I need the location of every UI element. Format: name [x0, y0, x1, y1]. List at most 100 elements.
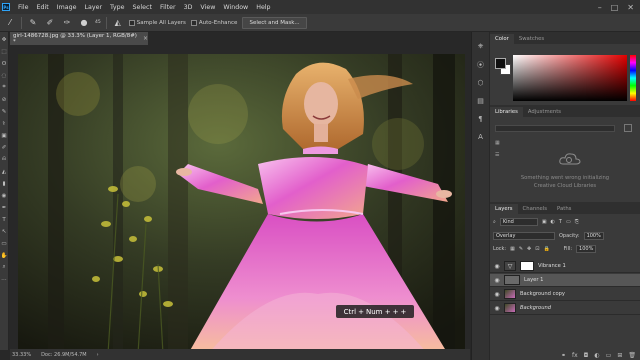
add-selection-brush-icon[interactable]: ✐	[44, 17, 56, 29]
hand-tool-icon[interactable]: ✋	[1, 252, 8, 259]
visibility-eye-icon[interactable]: ◉	[490, 305, 504, 312]
menu-help[interactable]: Help	[252, 4, 274, 11]
lock-artboard-icon[interactable]: ⊡	[535, 246, 539, 252]
foreground-color-swatch[interactable]	[495, 58, 506, 69]
brush-size-value[interactable]: 45	[95, 20, 101, 25]
document-tab[interactable]: girl-1486728.jpg @ 33.3% (Layer 1, RGB/8…	[10, 32, 148, 45]
marquee-tool-icon[interactable]: ⬚	[1, 48, 8, 55]
sample-all-layers-checkbox[interactable]: Sample All Layers	[128, 19, 186, 26]
fx-icon[interactable]: fx	[572, 352, 578, 359]
new-layer-icon[interactable]: ⊞	[617, 352, 622, 359]
zoom-level[interactable]: 33.33%	[12, 352, 31, 358]
new-adjustment-layer-icon[interactable]: ◐	[594, 352, 599, 359]
visibility-eye-icon[interactable]: ◉	[490, 291, 504, 298]
healing-brush-tool-icon[interactable]: ✎	[1, 108, 8, 115]
tab-adjustments[interactable]: Adjustments	[523, 107, 566, 117]
pixel-filter-icon[interactable]: ▣	[542, 219, 547, 225]
hue-slider[interactable]	[630, 55, 636, 101]
minimize-icon[interactable]: –	[598, 3, 602, 12]
crop-tool-icon[interactable]: ⌗	[1, 84, 8, 91]
history-brush-tool-icon[interactable]: ✐	[1, 144, 8, 151]
opacity-input[interactable]: 100%	[583, 232, 604, 240]
tab-libraries[interactable]: Libraries	[490, 107, 523, 117]
layer-row-background-copy[interactable]: ◉ Background copy	[490, 288, 640, 301]
adjustment-filter-icon[interactable]: ◐	[551, 219, 555, 225]
type-tool-icon[interactable]: T	[1, 216, 8, 223]
close-icon[interactable]: ✕	[627, 3, 634, 12]
pen-tool-icon[interactable]: ✒	[1, 204, 8, 211]
tab-paths[interactable]: Paths	[552, 204, 576, 214]
visibility-eye-icon[interactable]: ◉	[490, 277, 504, 284]
character-icon[interactable]: A	[476, 132, 485, 141]
rectangle-tool-icon[interactable]: ▭	[1, 240, 8, 247]
auto-enhance-checkbox[interactable]: Auto-Enhance	[190, 19, 237, 26]
menu-type[interactable]: Type	[106, 4, 128, 11]
dodge-tool-icon[interactable]: ◉	[1, 192, 8, 199]
menu-filter[interactable]: Filter	[156, 4, 180, 11]
trash-icon[interactable]: 🗑	[628, 352, 636, 359]
lock-transparent-icon[interactable]: ▦	[510, 246, 515, 252]
layer-mask-thumbnail[interactable]	[520, 261, 534, 271]
menu-file[interactable]: File	[14, 4, 33, 11]
menu-image[interactable]: Image	[53, 4, 81, 11]
select-and-mask-button[interactable]: Select and Mask...	[242, 16, 307, 29]
eyedropper-tool-icon[interactable]: ⊘	[1, 96, 8, 103]
layer-name[interactable]: Background	[520, 305, 551, 311]
layer-thumbnail[interactable]	[504, 275, 520, 285]
layer-name[interactable]: Vibrance 1	[538, 263, 566, 269]
menu-view[interactable]: View	[196, 4, 219, 11]
quick-selection-tool-icon[interactable]: ◌	[1, 72, 8, 79]
properties-icon[interactable]: ⦿	[476, 60, 485, 69]
move-tool-icon[interactable]: ✥	[1, 36, 8, 43]
layer-row-layer-1[interactable]: ◉ Layer 1	[490, 274, 640, 287]
brush-preset-icon[interactable]: ●	[78, 17, 90, 29]
list-view-icon[interactable]: ☰	[495, 152, 500, 158]
maximize-icon[interactable]: □	[611, 3, 619, 12]
tab-channels[interactable]: Channels	[518, 204, 553, 214]
layer-name[interactable]: Layer 1	[524, 277, 543, 283]
checkbox-box[interactable]	[128, 19, 135, 26]
menu-window[interactable]: Window	[219, 4, 252, 11]
close-tab-icon[interactable]: ×	[143, 35, 148, 42]
library-view-toggle[interactable]	[624, 124, 632, 132]
checkbox-box[interactable]	[190, 19, 197, 26]
actions-icon[interactable]: ▤	[476, 96, 485, 105]
visibility-eye-icon[interactable]: ◉	[490, 263, 504, 270]
lock-pixels-icon[interactable]: ✎	[519, 246, 523, 252]
layer-thumbnail[interactable]	[504, 303, 516, 313]
lock-all-icon[interactable]: 🔒	[543, 246, 549, 252]
shape-filter-icon[interactable]: ▭	[566, 219, 571, 225]
tab-color[interactable]: Color	[490, 34, 514, 44]
layer-thumbnail[interactable]	[504, 289, 516, 299]
zoom-tool-icon[interactable]: ⌕	[1, 264, 8, 271]
tab-layers[interactable]: Layers	[490, 204, 518, 214]
menu-edit[interactable]: Edit	[33, 4, 53, 11]
new-selection-brush-icon[interactable]: ✎	[27, 17, 39, 29]
status-menu-icon[interactable]: ›	[97, 352, 99, 358]
layer-row-background[interactable]: ◉ Background	[490, 302, 640, 315]
fill-input[interactable]: 100%	[576, 245, 597, 253]
color-picker-field[interactable]	[513, 55, 627, 101]
library-search-input[interactable]	[495, 125, 615, 132]
type-filter-icon[interactable]: T	[559, 219, 562, 225]
edit-toolbar-icon[interactable]: ⋯	[1, 276, 8, 283]
menu-3d[interactable]: 3D	[180, 4, 197, 11]
add-mask-icon[interactable]: ◘	[584, 352, 589, 359]
new-group-folder-icon[interactable]: ▭	[606, 352, 612, 359]
grid-view-icon[interactable]: ▦	[495, 140, 500, 146]
lasso-tool-icon[interactable]: ʘ	[1, 60, 8, 67]
brush-presets-icon[interactable]: ⬡	[476, 78, 485, 87]
eraser-tool-icon[interactable]: ⎌	[1, 156, 8, 163]
path-selection-tool-icon[interactable]: ↖	[1, 228, 8, 235]
menu-layer[interactable]: Layer	[80, 4, 106, 11]
blend-mode-select[interactable]: Overlay	[493, 232, 555, 240]
blur-tool-icon[interactable]: ▮	[1, 180, 8, 187]
layer-kind-filter[interactable]: Kind	[499, 218, 538, 226]
brush-settings-icon[interactable]: ◭	[112, 17, 124, 29]
smart-object-filter-icon[interactable]: ⎘	[575, 219, 579, 225]
link-layers-icon[interactable]: ⚭	[561, 352, 566, 359]
layer-name[interactable]: Background copy	[520, 291, 565, 297]
layer-row-vibrance[interactable]: ◉ ▽ Vibrance 1	[490, 260, 640, 273]
lock-position-icon[interactable]: ✥	[527, 246, 531, 252]
paragraph-icon[interactable]: ¶	[476, 114, 485, 123]
